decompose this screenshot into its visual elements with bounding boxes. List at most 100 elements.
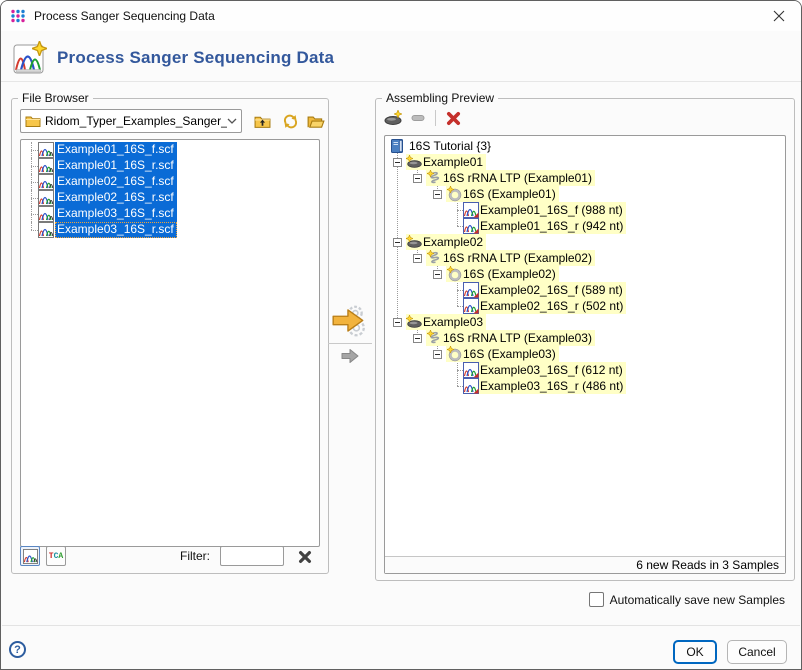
tree-row-sample[interactable]: Example03 [387, 314, 783, 330]
tree-row-sample[interactable]: Example02 [387, 234, 783, 250]
file-browser-group: File Browser Ridom_Typer_Examples_Sanger… [11, 98, 329, 574]
scf-file-icon [38, 174, 54, 190]
collapse-toggle[interactable] [413, 334, 422, 343]
folder-icon [25, 113, 41, 129]
tree-row-locus[interactable]: 16S (Example01) [387, 186, 783, 202]
help-icon: ? [14, 644, 21, 656]
file-row[interactable]: Example03_16S_r.scf [24, 222, 319, 238]
file-list[interactable]: Example01_16S_f.scf Example01_16S_r.scf … [20, 139, 320, 547]
preview-tree[interactable]: 16S Tutorial {3} Example01 16S rRNA LTP … [387, 138, 783, 554]
tree-row-read[interactable]: Example03_16S_r (486 nt) [387, 378, 783, 394]
process-arrow-icon [330, 302, 368, 340]
read-icon [463, 298, 479, 314]
help-button[interactable]: ? [9, 641, 26, 658]
tree-row-read[interactable]: Example03_16S_f (612 nt) [387, 362, 783, 378]
read-label: Example03_16S_r (486 nt) [480, 378, 623, 394]
read-icon [463, 362, 479, 378]
collapse-toggle[interactable] [433, 190, 442, 199]
locus-icon [446, 186, 462, 202]
add-sample-button[interactable] [382, 108, 406, 128]
tree-row-locus[interactable]: 16S (Example03) [387, 346, 783, 362]
header-divider [1, 81, 801, 82]
tree-row-project[interactable]: 16S Tutorial {3} [387, 138, 783, 154]
read-label: Example01_16S_r (942 nt) [480, 218, 623, 234]
transfer-divider [328, 343, 372, 344]
page-title: Process Sanger Sequencing Data [57, 48, 334, 68]
file-browser-footer: TCA Filter: [12, 546, 328, 568]
clear-filter-button[interactable] [296, 548, 314, 566]
forward-arrow-icon [339, 348, 361, 364]
filter-input[interactable] [220, 546, 284, 566]
tree-row-target[interactable]: 16S rRNA LTP (Example01) [387, 170, 783, 186]
auto-save-option: Automatically save new Samples [589, 592, 785, 607]
project-book-icon [389, 138, 405, 154]
read-label: Example02_16S_r (502 nt) [480, 298, 623, 314]
sequence-text-toggle[interactable]: TCA [46, 546, 66, 566]
tree-connector [24, 190, 38, 206]
process-files-button[interactable] [330, 302, 368, 340]
collapse-toggle[interactable] [393, 318, 402, 327]
chromatogram-view-toggle[interactable] [20, 546, 40, 566]
refresh-icon [282, 113, 299, 130]
directory-path: Ridom_Typer_Examples_Sanger_16S/ [45, 114, 227, 128]
close-button[interactable] [757, 1, 801, 31]
gene-icon [426, 330, 442, 346]
tree-row-target[interactable]: 16S rRNA LTP (Example02) [387, 250, 783, 266]
scf-file-icon [38, 190, 54, 206]
tree-connector [24, 158, 38, 174]
tree-row-locus[interactable]: 16S (Example02) [387, 266, 783, 282]
directory-dropdown[interactable]: Ridom_Typer_Examples_Sanger_16S/ [20, 109, 242, 133]
collapse-toggle[interactable] [413, 174, 422, 183]
gene-icon [426, 170, 442, 186]
tca-toggle-icon: TCA [49, 552, 63, 561]
file-row[interactable]: Example02_16S_f.scf [24, 174, 319, 190]
refresh-button[interactable] [278, 110, 302, 132]
tree-connector [24, 206, 38, 222]
file-name: Example02_16S_r.scf [55, 190, 177, 206]
remove-sample-button-disabled[interactable] [406, 108, 430, 128]
file-row[interactable]: Example01_16S_r.scf [24, 158, 319, 174]
file-row[interactable]: Example03_16S_f.scf [24, 206, 319, 222]
ok-button[interactable]: OK [673, 640, 717, 664]
status-text: 6 new Reads in 3 Samples [385, 556, 785, 573]
chevron-down-icon [227, 118, 237, 124]
collapse-toggle[interactable] [393, 158, 402, 167]
tree-row-sample[interactable]: Example01 [387, 154, 783, 170]
target-label: 16S rRNA LTP (Example03) [443, 330, 592, 346]
tree-row-read[interactable]: Example01_16S_r (942 nt) [387, 218, 783, 234]
tree-row-read[interactable]: Example02_16S_r (502 nt) [387, 298, 783, 314]
collapse-toggle[interactable] [433, 350, 442, 359]
file-name: Example01_16S_r.scf [55, 158, 177, 174]
scf-file-icon [38, 206, 54, 222]
delete-icon [446, 111, 461, 126]
assembling-preview-label: Assembling Preview [382, 91, 498, 105]
sample-label: Example01 [423, 154, 483, 170]
locus-label: 16S (Example02) [463, 266, 556, 282]
tree-row-read[interactable]: Example01_16S_f (988 nt) [387, 202, 783, 218]
sample-icon [406, 234, 422, 250]
scf-file-icon [38, 142, 54, 158]
tree-row-read[interactable]: Example02_16S_f (589 nt) [387, 282, 783, 298]
add-files-button[interactable] [339, 348, 361, 364]
auto-save-checkbox[interactable] [589, 592, 604, 607]
cancel-button[interactable]: Cancel [727, 640, 787, 664]
delete-button[interactable] [441, 108, 465, 128]
remove-disabled-icon [411, 111, 425, 125]
file-browser-label: File Browser [18, 91, 93, 105]
file-row[interactable]: Example02_16S_r.scf [24, 190, 319, 206]
close-icon [773, 10, 785, 22]
collapse-toggle[interactable] [433, 270, 442, 279]
collapse-toggle[interactable] [413, 254, 422, 263]
tree-connector [24, 222, 38, 238]
sample-label: Example03 [423, 314, 483, 330]
collapse-toggle[interactable] [393, 238, 402, 247]
app-dot-grid-icon [10, 8, 26, 24]
preview-toolbar [382, 107, 465, 129]
open-folder-button[interactable] [304, 110, 328, 132]
folder-up-icon [254, 113, 271, 130]
read-label: Example03_16S_f (612 nt) [480, 362, 623, 378]
add-sample-icon [384, 110, 404, 126]
tree-row-target[interactable]: 16S rRNA LTP (Example03) [387, 330, 783, 346]
file-row[interactable]: Example01_16S_f.scf [24, 142, 319, 158]
folder-up-button[interactable] [250, 110, 274, 132]
